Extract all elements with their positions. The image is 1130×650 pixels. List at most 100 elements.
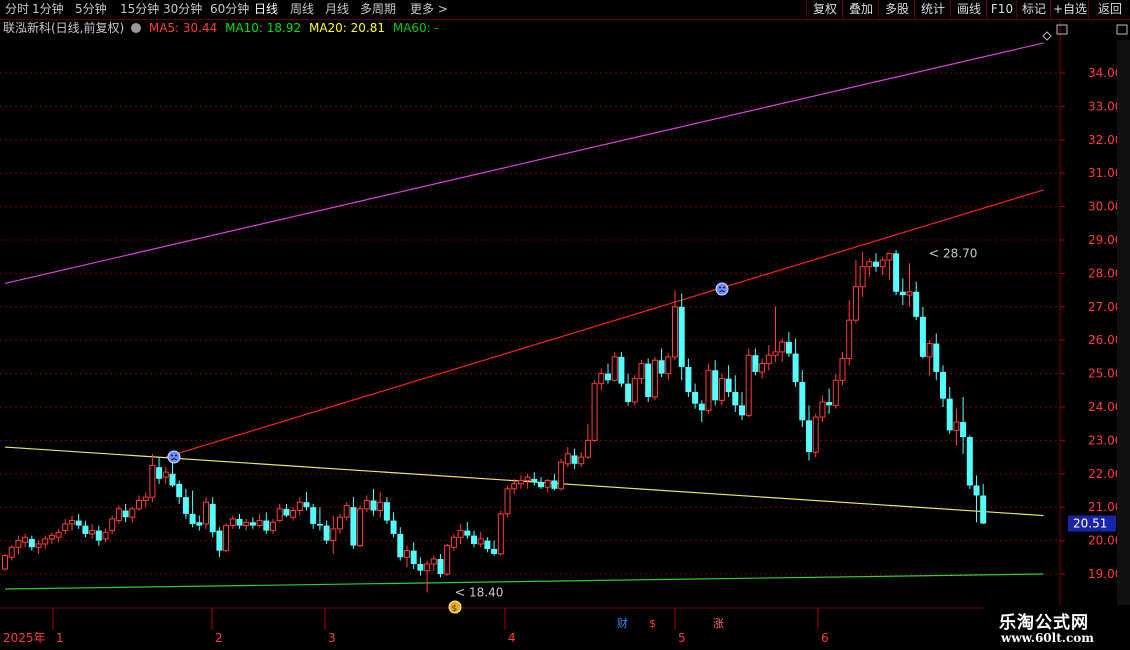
candle-body-down [417, 563, 424, 571]
candle-body-down [692, 391, 699, 404]
candle-body-up [879, 259, 886, 268]
candle-body-up [377, 501, 384, 512]
toolbar-button[interactable]: 画线 [950, 0, 987, 19]
candle-body-down [826, 401, 833, 406]
candle-body-up [69, 520, 75, 525]
panel-toggle-icon[interactable] [1116, 24, 1128, 35]
candle-body-down [960, 422, 967, 438]
candle-body-down [752, 355, 759, 372]
candle-body-up [591, 383, 598, 441]
candle-body-down [946, 398, 953, 431]
candle-body-up [357, 508, 364, 547]
candle-body-up [270, 521, 276, 532]
candle-body-down [196, 522, 203, 526]
period-tab[interactable]: 日线 [254, 1, 278, 18]
candle-body-down [397, 533, 404, 558]
month-label: 3 [328, 631, 336, 645]
candle-body-down [739, 405, 745, 416]
candle-body-down [484, 540, 491, 549]
candle-body-down [209, 503, 216, 533]
candle-body-down [799, 381, 806, 421]
trend-line-purple[interactable] [4, 42, 1044, 285]
candle-body-down [899, 291, 906, 296]
candle-body-up [665, 356, 672, 375]
candle-body-up [772, 351, 779, 356]
candle-body-up [511, 483, 518, 490]
candle-body-up [229, 518, 236, 527]
month-label: 1 [56, 631, 64, 645]
month-label: 4 [508, 631, 516, 645]
candle-body-up [129, 508, 136, 518]
candle-body-down [410, 550, 417, 564]
year-label: 2025年 [3, 631, 46, 645]
candle-body-up [477, 538, 484, 545]
sad-face-eye [171, 454, 173, 457]
diamond-icon[interactable] [1042, 31, 1052, 41]
candle-body-up [337, 516, 343, 530]
toolbar-button[interactable]: F10 [986, 0, 1017, 19]
period-tab[interactable]: 5分钟 [75, 1, 107, 18]
toolbar-button[interactable]: 统计 [914, 0, 951, 19]
toolbar-button[interactable]: 叠加 [842, 0, 879, 19]
candle-body-up [759, 363, 766, 373]
toolbar-button[interactable]: +自选 [1050, 0, 1089, 19]
trend-line-green[interactable] [4, 573, 1044, 590]
period-tab[interactable]: 分时 [5, 1, 29, 18]
period-tab[interactable]: 月线 [325, 1, 349, 18]
period-tab[interactable]: 30分钟 [163, 1, 202, 18]
candle-body-up [430, 558, 437, 565]
candle-body-down [685, 366, 692, 392]
toolbar-button[interactable]: 返回 [1088, 0, 1130, 19]
candle-body-down [618, 356, 625, 384]
period-tab[interactable]: 1分钟 [32, 1, 64, 18]
candle-body-up [852, 286, 859, 321]
candle-body-up [544, 479, 551, 488]
candle-body-down [531, 478, 538, 483]
period-tab[interactable]: 周线 [290, 1, 314, 18]
candle-body-down [785, 341, 792, 354]
event-icon[interactable]: 财 [617, 616, 628, 630]
toolbar-button[interactable]: 标记 [1016, 0, 1051, 19]
candle-body-up [578, 456, 585, 465]
candle-body-up [558, 461, 565, 490]
event-icon[interactable]: $ [649, 617, 656, 630]
kline-chart[interactable]: 19.0020.0021.0022.0023.0024.0025.0026.00… [0, 20, 1130, 650]
toolbar-button[interactable]: 多股 [878, 0, 915, 19]
candle-body-up [223, 525, 230, 552]
candle-body-down [283, 508, 290, 516]
candle-body-up [102, 531, 109, 540]
panel-toggle-icon[interactable] [1056, 24, 1068, 35]
candle-body-up [886, 252, 893, 261]
candle-body-down [919, 316, 926, 357]
sad-face-icon[interactable] [167, 450, 181, 464]
logo-title: 乐淘公式网 [999, 613, 1089, 633]
candle-body-down [471, 535, 477, 544]
candle-body-down [316, 523, 323, 526]
event-icon[interactable]: 涨 [713, 617, 724, 630]
candle-body-up [524, 476, 531, 481]
watermark-logo: 乐淘公式网 www.60lt.com [985, 605, 1130, 650]
candle-body-down [712, 370, 719, 401]
candle-body-up [839, 358, 846, 381]
candle-body-down [182, 497, 189, 514]
toolbar-button[interactable]: 复权 [806, 0, 843, 19]
candle-body-up [35, 543, 42, 548]
candle-body-down [732, 391, 739, 406]
candle-body-down [966, 437, 973, 486]
candle-body-down [189, 513, 196, 524]
period-tab[interactable]: 多周期 [360, 1, 396, 18]
candle-body-down [383, 502, 390, 521]
right-scrollbar[interactable] [1117, 40, 1130, 620]
candle-body-down [913, 291, 920, 317]
candle-body-down [980, 495, 987, 524]
period-tab[interactable]: 更多 > [410, 1, 448, 18]
trend-line-red[interactable] [165, 189, 1044, 458]
candle-body-up [745, 354, 752, 416]
period-tab[interactable]: 60分钟 [210, 1, 249, 18]
candle-body-up [906, 291, 913, 296]
candle-body-down [933, 343, 940, 372]
candle-body-up [497, 513, 504, 555]
period-tab[interactable]: 15分钟 [120, 1, 159, 18]
trend-line-yellow[interactable] [4, 446, 1044, 517]
sad-face-icon[interactable] [715, 282, 729, 296]
